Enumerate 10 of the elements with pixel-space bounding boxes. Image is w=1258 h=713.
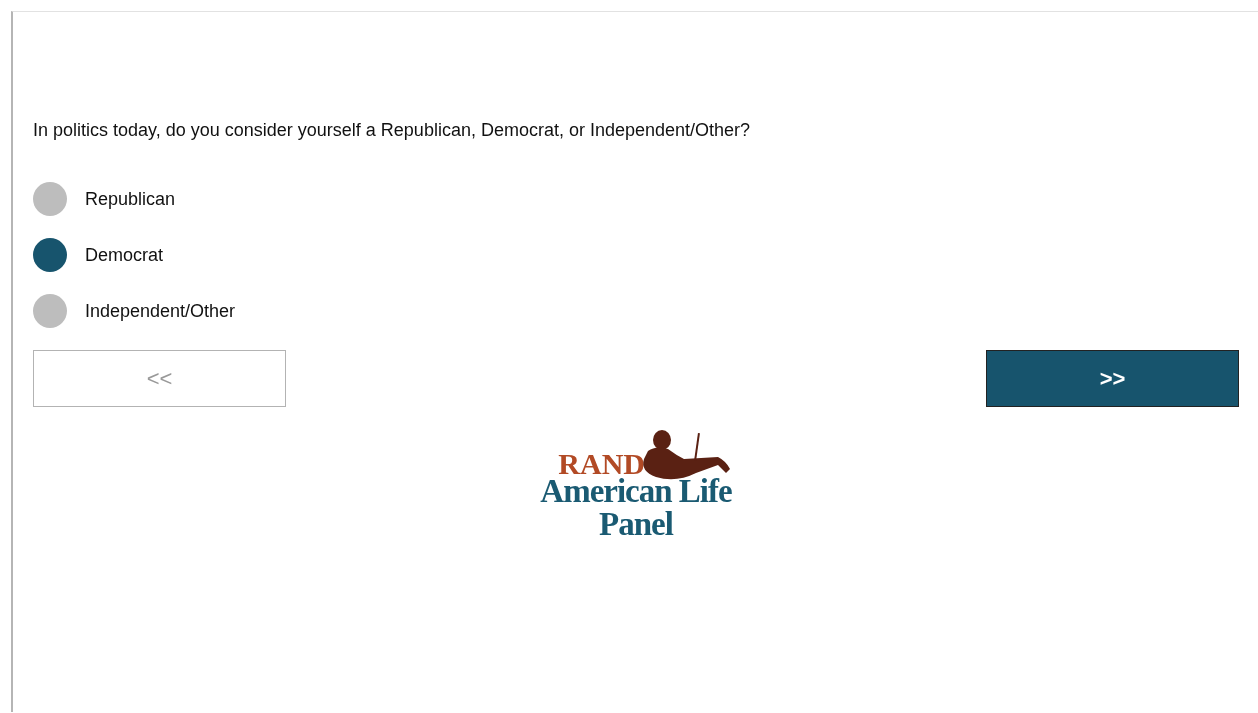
radio-button[interactable] [33, 182, 67, 216]
reading-figure-icon [643, 430, 731, 480]
question-text: In politics today, do you consider yourself a Republican, Democrat, or Independent/Other? [33, 119, 752, 141]
logo-text: Panel [599, 508, 673, 541]
radio-button[interactable] [33, 294, 67, 328]
option-label[interactable]: Democrat [85, 244, 164, 266]
option-label[interactable]: Independent/Other [85, 300, 236, 322]
next-button[interactable]: >> [986, 350, 1239, 407]
radio-button[interactable] [33, 238, 67, 272]
option-label[interactable]: Republican [85, 188, 176, 210]
